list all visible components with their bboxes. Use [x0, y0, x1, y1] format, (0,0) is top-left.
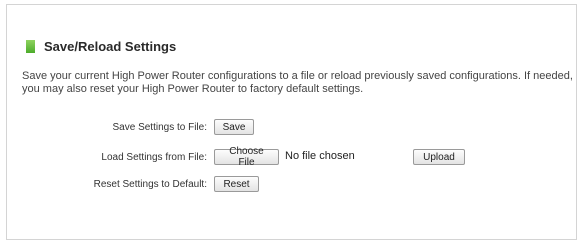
load-settings-label: Load Settings from File:	[101, 151, 207, 163]
save-settings-row: Save Settings to File: Save	[0, 118, 585, 136]
section-title: Save/Reload Settings	[44, 39, 177, 54]
load-settings-row: Load Settings from File: Choose File No …	[0, 146, 585, 168]
file-status-text: No file chosen	[285, 150, 355, 162]
save-settings-label: Save Settings to File:	[112, 121, 208, 133]
reset-button[interactable]: Reset	[214, 176, 259, 192]
section-description: Save your current High Power Router conf…	[22, 70, 573, 95]
reset-settings-row: Reset Settings to Default: Reset	[0, 175, 585, 193]
save-button[interactable]: Save	[214, 119, 254, 135]
choose-file-button[interactable]: Choose File	[214, 146, 279, 168]
section-marker-icon	[26, 40, 35, 53]
section-header: Save/Reload Settings	[26, 39, 176, 54]
upload-button[interactable]: Upload	[413, 149, 465, 165]
reset-settings-label: Reset Settings to Default:	[93, 178, 207, 190]
